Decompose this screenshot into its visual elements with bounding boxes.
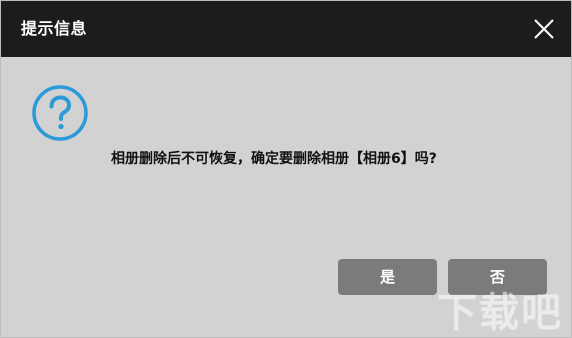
question-mark-icon xyxy=(31,84,89,142)
confirm-message: 相册删除后不可恢复，确定要删除相册【相册6】吗? xyxy=(111,151,437,167)
watermark-logo: 下载吧 xyxy=(437,290,563,336)
yes-button[interactable]: 是 xyxy=(338,259,437,295)
dialog-titlebar: 提示信息 xyxy=(1,1,571,57)
confirm-dialog: 提示信息 相册删除后不可恢复，确定要删除相册【相册6】吗? 是 否 下载吧 xyxy=(0,0,572,338)
close-icon[interactable] xyxy=(533,18,555,40)
dialog-title: 提示信息 xyxy=(21,19,88,38)
